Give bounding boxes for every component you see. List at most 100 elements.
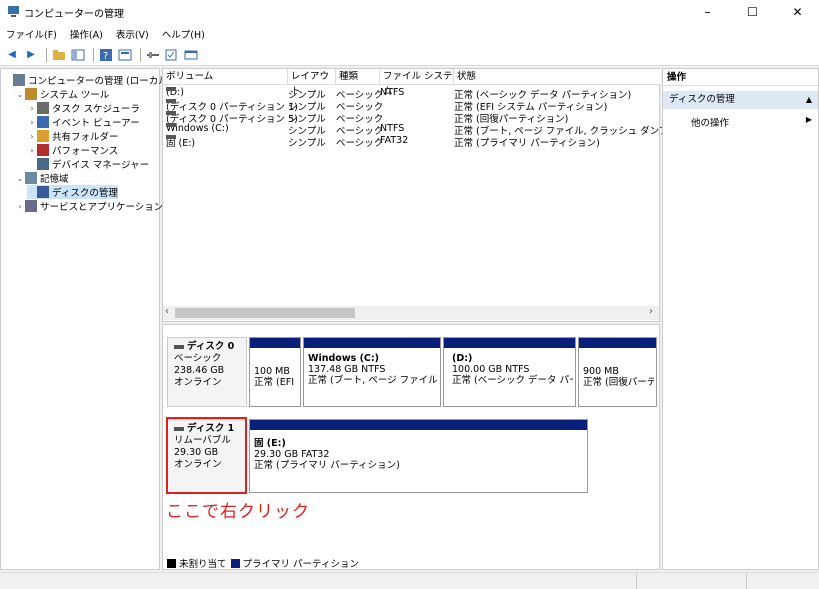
partition-windows-c[interactable]: Windows (C:) 137.48 GB NTFS 正常 (ブート, ページ… xyxy=(303,337,441,407)
tree-item[interactable]: › パフォーマンス xyxy=(27,143,118,157)
computer-management-icon xyxy=(8,6,19,17)
volume-row[interactable]: (ディスク 0 パーティション 5) シンプル ベーシック 正常 (回復パーティション… xyxy=(163,111,661,125)
show-hide-tree-icon[interactable] xyxy=(70,47,86,63)
back-arrow-icon[interactable]: ◀ xyxy=(4,47,20,63)
highlight-box xyxy=(166,417,247,494)
cell-volume-wrap: (D:) xyxy=(166,87,184,98)
actions-section-disk-management[interactable]: ディスクの管理 ▲ xyxy=(663,91,818,109)
tree-node-icon xyxy=(25,88,37,100)
scrollbar-thumb[interactable] xyxy=(175,308,355,318)
cell-layout-wrap: シンプル xyxy=(288,135,326,149)
disk-size: 238.46 GB xyxy=(174,365,225,376)
tree-item[interactable]: ディスクの管理 xyxy=(27,185,118,199)
volume-row[interactable]: (D:) シンプル ベーシック NTFS 正常 (ベーシック データ パーティション) xyxy=(163,87,661,101)
volume-icon xyxy=(166,135,176,139)
cell-volume-wrap: 固 (E:) xyxy=(166,135,195,149)
tree-item[interactable]: ⌄ 記憶域 xyxy=(15,171,69,185)
status-divider xyxy=(636,573,637,589)
partition-d[interactable]: (D:) 100.00 GB NTFS 正常 (ベーシック データ パーティミ xyxy=(443,337,576,407)
cell-filesystem-wrap: FAT32 xyxy=(380,135,408,146)
tree-item-label: ディスクの管理 xyxy=(52,188,118,199)
connect-icon[interactable] xyxy=(145,47,161,63)
volume-icon xyxy=(166,123,176,127)
more-actions[interactable]: 他の操作 xyxy=(691,115,729,129)
checkbox-icon[interactable] xyxy=(164,47,180,63)
tree-item-label: サービスとアプリケーション xyxy=(40,202,164,213)
scroll-right-icon[interactable]: › xyxy=(649,306,653,317)
chevron-right-icon[interactable]: › xyxy=(27,132,37,141)
cell-volume-wrap: Windows (C:) xyxy=(166,123,229,134)
tree-node-icon xyxy=(37,130,49,142)
title-bar: コンピューターの管理 – ☐ ✕ xyxy=(0,0,819,24)
volume-icon xyxy=(166,99,176,103)
partition-bar xyxy=(250,338,300,348)
chevron-down-icon[interactable]: ⌄ xyxy=(15,174,25,183)
menu-bar: ファイル(F) 操作(A) 表示(V) ヘルプ(H) xyxy=(0,24,819,44)
cell-type: ベーシック xyxy=(336,138,384,149)
cell-filesystem: NTFS xyxy=(380,123,405,134)
toolbar-separator xyxy=(93,47,94,62)
partition-bar xyxy=(304,338,440,348)
chevron-right-icon[interactable]: › xyxy=(27,146,37,155)
menu-action[interactable]: 操作(A) xyxy=(70,27,103,41)
more-actions-label: 他の操作 xyxy=(691,118,730,129)
chevron-right-icon[interactable]: › xyxy=(27,104,37,113)
cell-type-wrap: ベーシック xyxy=(336,135,383,149)
primary-swatch xyxy=(230,558,240,568)
legend-primary: プライマリ パーティション xyxy=(242,559,359,570)
window-icon[interactable] xyxy=(183,47,199,63)
horizontal-scrollbar[interactable]: ‹ › xyxy=(163,306,659,320)
cell-filesystem: FAT32 xyxy=(380,135,409,146)
menu-help[interactable]: ヘルプ(H) xyxy=(162,27,205,41)
partition-status: 正常 (回復パーテ xyxy=(583,377,654,388)
chevron-down-icon[interactable]: ⌄ xyxy=(15,90,25,99)
tree-item[interactable]: › 共有フォルダー xyxy=(27,129,119,143)
actions-header: 操作 xyxy=(663,69,818,86)
chevron-right-icon[interactable]: › xyxy=(27,118,37,127)
submenu-arrow-icon[interactable]: ▶ xyxy=(806,115,812,124)
menu-view[interactable]: 表示(V) xyxy=(116,27,149,41)
partition-status: 正常 (ブート, ページ ファイル, クラ xyxy=(308,375,438,386)
scroll-left-icon[interactable]: ‹ xyxy=(165,306,169,317)
cell-layout: シンプル xyxy=(288,138,326,149)
forward-arrow-icon[interactable]: ▶ xyxy=(23,47,39,63)
maximize-button[interactable]: ☐ xyxy=(730,0,775,24)
tree-node-icon xyxy=(37,186,49,198)
tree-item[interactable]: コンピューターの管理 (ローカル) xyxy=(3,73,171,87)
column-header-filesystem[interactable]: ファイル システム xyxy=(380,69,454,97)
partition-recovery[interactable]: 900 MB 正常 (回復パーテ xyxy=(578,337,657,407)
up-folder-icon[interactable] xyxy=(51,47,67,63)
column-header-type[interactable]: 種類 xyxy=(336,69,380,85)
properties-icon[interactable] xyxy=(117,47,133,63)
column-header-status[interactable]: 状態 xyxy=(454,69,661,85)
status-bar xyxy=(0,572,819,589)
partition-efi[interactable]: 100 MB 正常 (EFI xyxy=(249,337,301,407)
cell-filesystem: NTFS xyxy=(380,87,405,98)
disk-0-info[interactable]: ディスク 0 ベーシック 238.46 GB オンライン xyxy=(167,337,247,407)
tree-item[interactable]: › サービスとアプリケーション xyxy=(15,199,163,213)
partition-size: 100 MB xyxy=(254,366,290,377)
tree-item[interactable]: › イベント ビューアー xyxy=(27,115,140,129)
disk-status: オンライン xyxy=(174,377,222,388)
tree-item[interactable]: デバイス マネージャー xyxy=(27,157,149,171)
tree-item-label: 共有フォルダー xyxy=(52,132,119,143)
column-header-volume[interactable]: ボリューム xyxy=(163,69,288,85)
tree-item[interactable]: › タスク スケジューラ xyxy=(27,101,140,115)
minimize-button[interactable]: – xyxy=(685,0,730,24)
partition-size: 29.30 GB FAT32 xyxy=(254,449,330,460)
menu-file[interactable]: ファイル(F) xyxy=(6,27,57,41)
tree-item[interactable]: ⌄ システム ツール xyxy=(15,87,109,101)
column-header-layout[interactable]: レイアウト xyxy=(288,69,336,97)
chevron-right-icon[interactable]: › xyxy=(15,202,25,211)
legend: 未割り当て プライマリ パーティション xyxy=(167,556,359,570)
collapse-up-icon[interactable]: ▲ xyxy=(806,91,812,109)
partition-e[interactable]: 固 (E:) 29.30 GB FAT32 正常 (プライマリ パーティション) xyxy=(249,419,588,493)
tree-item-label: デバイス マネージャー xyxy=(52,160,150,171)
status-divider xyxy=(746,573,747,589)
volume-row[interactable]: (ディスク 0 パーティション 1) シンプル ベーシック 正常 (EFI システム … xyxy=(163,99,661,113)
partition-title: (D:) xyxy=(452,353,473,364)
help-icon[interactable]: ? xyxy=(98,47,114,63)
close-button[interactable]: ✕ xyxy=(775,0,819,24)
volume-row[interactable]: Windows (C:) シンプル ベーシック NTFS 正常 (ブート, ページ ファ… xyxy=(163,123,703,137)
volume-row[interactable]: 固 (E:) シンプル ベーシック FAT32 正常 (プライマリ パーティション) xyxy=(163,135,661,149)
